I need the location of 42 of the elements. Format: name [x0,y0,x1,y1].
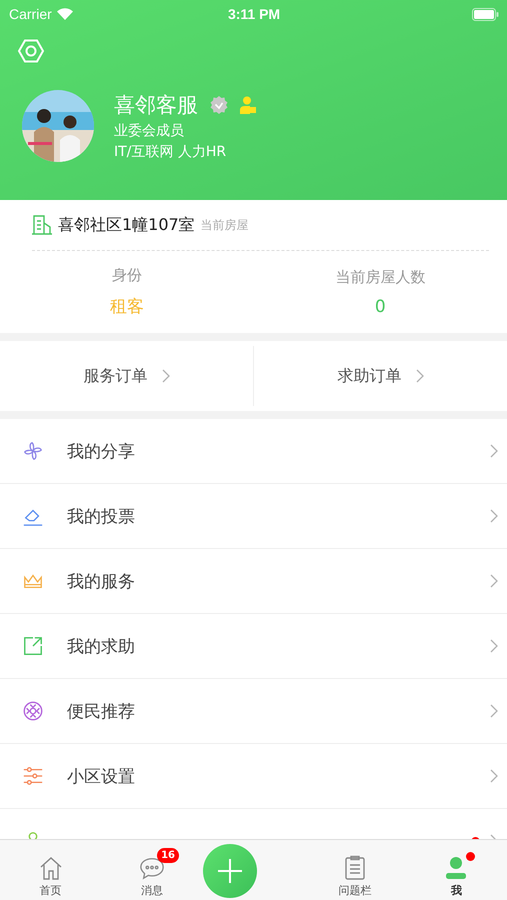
tab-item[interactable]: 问题栏 [304,840,406,900]
tab-item[interactable]: 我 [406,840,507,900]
settings-icon[interactable] [18,38,44,64]
status-time: 3:11 PM [228,6,280,22]
chevron-icon [490,769,498,783]
tab-item[interactable]: 首页 [0,840,102,900]
carrier-label: Carrier [9,6,52,22]
battery-icon [472,8,500,20]
share-icon [22,635,44,657]
building-icon [32,215,52,235]
menu-item[interactable]: 我的分享 [0,419,507,484]
tab-item[interactable]: 16 消息 [101,840,203,900]
unread-badge: 16 [157,848,180,863]
chevron-icon [490,574,498,588]
chevron-icon [490,444,498,458]
person-icon [240,96,256,114]
house-note: 当前房屋 [200,216,249,234]
menu-item[interactable]: 我的求助 [0,614,507,679]
user-role: 业委会成员 [114,122,185,140]
stat-label: 当前房屋人数 [335,268,426,286]
menu-item[interactable]: 我的服务 [0,549,507,614]
order-button[interactable]: 求助订单 [254,341,507,411]
menu-item[interactable]: 便民推荐 [0,679,507,744]
menu-item[interactable]: 小区设置 [0,744,507,809]
sliders-icon [22,765,44,787]
chevron-icon [490,509,498,523]
order-button[interactable]: 服务订单 [0,341,253,411]
chevron-icon [490,639,498,653]
wifi-icon [56,8,73,20]
user-name: 喜邻客服 [114,92,198,119]
flower-icon [22,700,44,722]
menu-item[interactable]: 我的投票 [0,484,507,549]
plus-icon [216,858,243,884]
stat-label: 身份 [112,266,142,285]
chevron-icon [490,704,498,718]
chevron-icon [416,369,424,383]
chevron-icon [162,369,170,383]
house-address: 喜邻社区1幢107室 [58,214,195,236]
pinwheel-icon [22,440,44,462]
stat-value: 0 [374,296,386,316]
stat-value: 租客 [110,296,144,318]
user-tags: IT/互联网 人力HR [114,143,256,161]
